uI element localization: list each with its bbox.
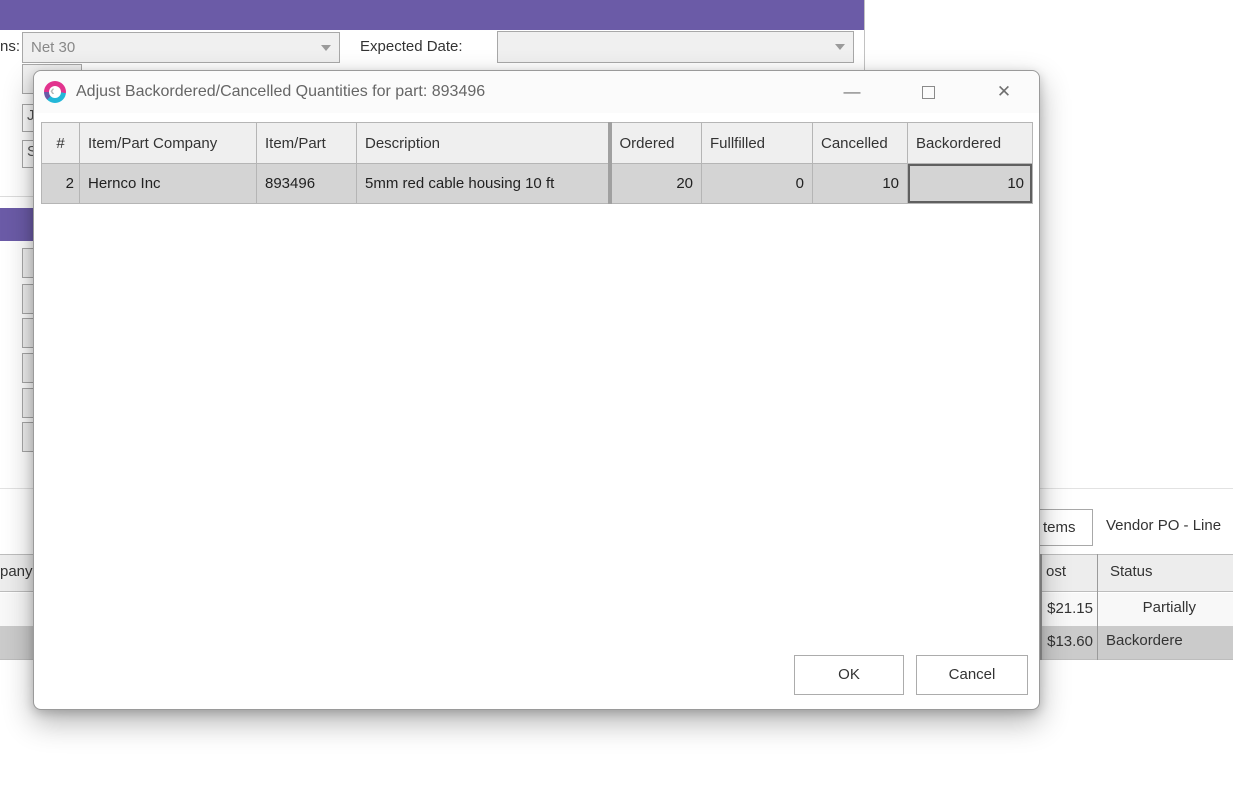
tab-line-items-fragment[interactable]: tems (1038, 509, 1093, 546)
terms-value: Net 30 (31, 39, 321, 56)
section-divider (0, 196, 34, 197)
cost-header-fragment: ost (1046, 563, 1066, 580)
column-divider (1097, 554, 1098, 660)
tab-vendor-po-lines[interactable]: Vendor PO - Line (1106, 517, 1221, 534)
status-header: Status (1110, 563, 1153, 580)
dialog-title: Adjust Backordered/Cancelled Quantities … (76, 83, 485, 101)
chevron-down-icon (321, 45, 331, 51)
window-edge-divider (864, 0, 865, 70)
cell-itempart[interactable]: 893496 (257, 164, 357, 204)
cost-cell: $13.60 (1040, 633, 1093, 650)
col-header-fullfilled[interactable]: Fullfilled (702, 123, 813, 164)
col-header-description[interactable]: Description (357, 123, 610, 164)
cell-ordered[interactable]: 20 (610, 164, 702, 204)
chevron-down-icon (835, 44, 845, 50)
app-top-bar (0, 0, 865, 30)
cell-num[interactable]: 2 (42, 164, 80, 204)
expected-date-select[interactable] (497, 31, 854, 63)
cell-fullfilled[interactable]: 0 (702, 164, 813, 204)
terms-label-fragment: ns: (0, 38, 19, 55)
cell-backordered-focused[interactable]: 10 (908, 164, 1033, 204)
cell-cancelled[interactable]: 10 (813, 164, 908, 204)
col-header-itempart[interactable]: Item/Part (257, 123, 357, 164)
col-header-num[interactable]: # (42, 123, 80, 164)
adjust-quantities-dialog: Adjust Backordered/Cancelled Quantities … (33, 70, 1040, 710)
company-header-fragment: pany (0, 563, 33, 580)
section-header-band (0, 208, 34, 241)
col-header-ordered[interactable]: Ordered (610, 123, 702, 164)
col-header-company[interactable]: Item/Part Company (80, 123, 257, 164)
quantities-table: # Item/Part Company Item/Part Descriptio… (41, 122, 1033, 204)
cell-description[interactable]: 5mm red cable housing 10 ft (357, 164, 610, 204)
terms-select[interactable]: Net 30 (22, 32, 340, 63)
expected-date-label: Expected Date: (360, 38, 463, 55)
ok-button[interactable]: OK (794, 655, 904, 695)
status-cell: Backordere (1106, 632, 1183, 649)
tab-label: tems (1043, 519, 1076, 536)
table-header-row: # Item/Part Company Item/Part Descriptio… (42, 123, 1033, 164)
maximize-icon (922, 86, 935, 99)
maximize-button[interactable] (915, 79, 941, 105)
col-header-backordered[interactable]: Backordered (908, 123, 1033, 164)
cell-company[interactable]: Hernco Inc (80, 164, 257, 204)
table-row[interactable]: 2 Hernco Inc 893496 5mm red cable housin… (42, 164, 1033, 204)
cost-cell: $21.15 (1040, 600, 1093, 617)
status-cell: Partially (1106, 599, 1196, 616)
window-controls: — ✕ (839, 79, 1017, 105)
cancel-button[interactable]: Cancel (916, 655, 1028, 695)
minimize-button[interactable]: — (839, 79, 865, 105)
app-logo-icon (44, 81, 66, 103)
col-header-cancelled[interactable]: Cancelled (813, 123, 908, 164)
close-button[interactable]: ✕ (991, 79, 1017, 105)
